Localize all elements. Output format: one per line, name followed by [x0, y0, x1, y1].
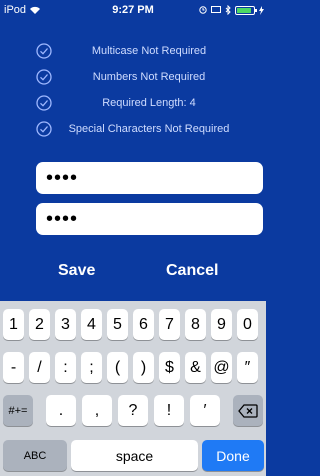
- password-value: ••••: [46, 167, 79, 189]
- key-comma[interactable]: ,: [82, 395, 112, 426]
- bluetooth-icon: [225, 5, 231, 15]
- keyboard: 1 2 3 4 5 6 7 8 9 0 - / : ; ( ) $ & @ ″ …: [0, 301, 266, 476]
- requirement-label: Multicase Not Required: [91, 45, 207, 57]
- key-apostrophe[interactable]: ′: [190, 395, 220, 426]
- key-9[interactable]: 9: [211, 309, 232, 340]
- key-done[interactable]: Done: [202, 440, 264, 471]
- status-bar: iPod 9:27 PM: [0, 0, 266, 20]
- key-space[interactable]: space: [71, 440, 198, 471]
- clock-icon: [199, 6, 207, 14]
- key-semicolon[interactable]: ;: [81, 352, 102, 383]
- key-0[interactable]: 0: [237, 309, 258, 340]
- requirement-label: Special Characters Not Required: [68, 123, 230, 135]
- backspace-icon: [238, 403, 258, 418]
- requirement-item: Multicase Not Required: [0, 40, 266, 66]
- requirement-label: Required Length: 4: [102, 97, 196, 109]
- key-exclamation[interactable]: !: [154, 395, 184, 426]
- key-3[interactable]: 3: [55, 309, 76, 340]
- confirm-password-value: ••••: [46, 208, 79, 230]
- key-dollar[interactable]: $: [159, 352, 180, 383]
- key-2[interactable]: 2: [29, 309, 50, 340]
- check-circle-icon: [36, 95, 52, 111]
- charging-icon: [259, 5, 264, 15]
- check-circle-icon: [36, 43, 52, 59]
- battery-icon: [235, 5, 257, 15]
- check-circle-icon: [36, 121, 52, 137]
- status-right: [199, 5, 264, 15]
- key-1[interactable]: 1: [3, 309, 24, 340]
- requirements-list: Multicase Not Required Numbers Not Requi…: [0, 40, 266, 144]
- key-abc[interactable]: ABC: [3, 440, 67, 471]
- key-symbols-toggle[interactable]: #+=: [3, 395, 33, 426]
- confirm-password-field[interactable]: ••••: [36, 203, 263, 235]
- check-circle-icon: [36, 69, 52, 85]
- requirement-item: Special Characters Not Required: [0, 118, 266, 144]
- key-5[interactable]: 5: [107, 309, 128, 340]
- password-field[interactable]: ••••: [36, 162, 263, 194]
- requirement-item: Required Length: 4: [0, 92, 266, 118]
- save-button[interactable]: Save: [58, 262, 95, 280]
- key-open-paren[interactable]: (: [107, 352, 128, 383]
- key-colon[interactable]: :: [55, 352, 76, 383]
- cancel-button[interactable]: Cancel: [166, 262, 218, 280]
- key-slash[interactable]: /: [29, 352, 50, 383]
- key-question[interactable]: ?: [118, 395, 148, 426]
- key-quote[interactable]: ″: [237, 352, 258, 383]
- key-7[interactable]: 7: [159, 309, 180, 340]
- requirement-label: Numbers Not Required: [92, 71, 206, 83]
- key-hyphen[interactable]: -: [3, 352, 24, 383]
- delete-key[interactable]: [233, 395, 263, 426]
- key-ampersand[interactable]: &: [185, 352, 206, 383]
- screen-icon: [211, 6, 221, 13]
- key-period[interactable]: .: [46, 395, 76, 426]
- key-close-paren[interactable]: ): [133, 352, 154, 383]
- key-8[interactable]: 8: [185, 309, 206, 340]
- key-6[interactable]: 6: [133, 309, 154, 340]
- key-at[interactable]: @: [211, 352, 232, 383]
- key-4[interactable]: 4: [81, 309, 102, 340]
- requirement-item: Numbers Not Required: [0, 66, 266, 92]
